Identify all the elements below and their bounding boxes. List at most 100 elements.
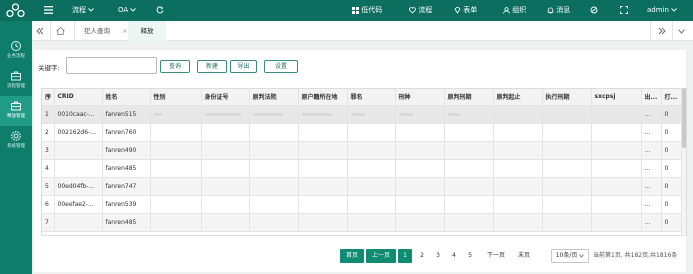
tabs-scroll-right-icon[interactable] <box>658 21 670 41</box>
residence-cell <box>298 141 348 160</box>
column-header[interactable]: 序 <box>42 89 55 106</box>
tab-close-icon[interactable]: × <box>122 27 127 35</box>
column-header[interactable]: 罪名 <box>347 89 396 106</box>
user-menu[interactable]: admin <box>647 0 677 21</box>
court-cell <box>249 123 299 142</box>
settings-button[interactable]: 设置 <box>264 60 298 73</box>
page-number-button[interactable]: 2 <box>415 249 429 263</box>
prev-page-button[interactable]: 上一页 <box>366 249 396 263</box>
form-label: 表单 <box>463 6 478 14</box>
tabs-menu-dropdown-icon[interactable] <box>678 21 690 41</box>
sidebar-item-business-process[interactable]: 业务流程 <box>0 36 32 66</box>
column-header[interactable]: 刑种 <box>395 89 445 106</box>
messages-button[interactable]: 消息 <box>547 0 570 21</box>
divider <box>672 21 673 41</box>
id-number-cell <box>201 213 250 232</box>
next-page-button[interactable]: 下一页 <box>481 249 511 263</box>
nav-process-dropdown[interactable]: 流程 <box>72 0 95 21</box>
sentence-period-cell <box>493 213 543 232</box>
tab-prisoner-query[interactable]: 犯人查询 × <box>84 21 132 41</box>
column-header[interactable]: 身份证号 <box>201 89 250 106</box>
crid-cell <box>54 159 103 178</box>
table-scrollbar[interactable] <box>681 88 686 236</box>
crime-cell <box>347 105 396 124</box>
page-number-button[interactable]: 1 <box>398 249 412 263</box>
org-label: 组织 <box>512 6 527 14</box>
column-header[interactable]: 姓名 <box>102 89 151 106</box>
theme-icon[interactable] <box>590 0 598 21</box>
sentence-term-cell <box>444 195 494 214</box>
table-row[interactable]: 5 00ed04fb-... fanren747 ... 0 <box>42 177 686 196</box>
sxcpsj-cell <box>591 159 642 178</box>
refresh-icon[interactable] <box>156 0 164 21</box>
release-cell: ... <box>641 123 662 142</box>
sidebar-item-label: 业务流程 <box>7 54 25 59</box>
residence-cell <box>298 195 348 214</box>
scrollbar-thumb[interactable] <box>682 88 686 148</box>
name-cell: fanren490 <box>102 141 151 160</box>
chevron-down-icon <box>130 8 137 12</box>
id-number-cell <box>201 105 250 124</box>
execution-term-cell <box>542 141 592 160</box>
org-button[interactable]: 组织 <box>503 0 526 21</box>
fullscreen-icon[interactable] <box>620 0 628 21</box>
sxcpsj-cell <box>591 123 642 142</box>
query-button[interactable]: 查询 <box>160 60 190 73</box>
column-header[interactable]: 原户籍所在地 <box>298 89 348 106</box>
divider <box>74 21 75 41</box>
column-header[interactable]: 原判起止 <box>493 89 543 106</box>
column-header[interactable]: 性别 <box>150 89 202 106</box>
table-row[interactable]: 6 00eefae2-... fanren539 ... 0 <box>42 195 686 214</box>
process-button[interactable]: 流程 <box>409 0 432 21</box>
gender-cell <box>150 213 202 232</box>
table-row[interactable]: 1 0010caac-... fanren515 ... 0 <box>42 105 686 124</box>
create-button[interactable]: 新建 <box>197 60 227 73</box>
tabs-scroll-left-icon[interactable] <box>36 21 48 41</box>
app-logo-icon[interactable] <box>6 3 25 18</box>
table-row[interactable]: 4 fanren485 ... 0 <box>42 159 686 178</box>
column-header[interactable]: 出... <box>641 89 662 106</box>
name-cell: fanren485 <box>102 213 151 232</box>
table-row[interactable]: 7 fanren485 ... 0 <box>42 213 686 232</box>
gear-icon <box>11 131 21 141</box>
crid-cell: 0010caac-... <box>54 105 103 124</box>
court-cell <box>249 159 299 178</box>
tab-label: 释放 <box>140 27 154 35</box>
table-row[interactable]: 2 002162d6-... fanren760 ... 0 <box>42 123 686 142</box>
release-cell: ... <box>641 105 662 124</box>
sidebar-item-system-management[interactable]: 系统管理 <box>0 126 32 156</box>
form-button[interactable]: 表单 <box>454 0 477 21</box>
sentence-type-cell <box>395 213 445 232</box>
row-number: 3 <box>42 141 55 160</box>
export-button[interactable]: 导出 <box>230 60 257 73</box>
sentence-period-cell <box>493 159 543 178</box>
sidebar-item-process-management[interactable]: 流程管理 <box>0 66 32 96</box>
keyword-search-input[interactable] <box>66 57 157 74</box>
page-number-button[interactable]: 4 <box>447 249 461 263</box>
last-page-button[interactable]: 末页 <box>513 249 535 263</box>
page-number-button[interactable]: 3 <box>431 249 445 263</box>
redacted-value <box>301 112 332 116</box>
home-icon[interactable] <box>56 21 68 41</box>
column-header[interactable]: 原判刑期 <box>444 89 494 106</box>
column-header[interactable]: 原判法院 <box>249 89 299 106</box>
id-number-cell <box>201 141 250 160</box>
first-page-button[interactable]: 首页 <box>340 249 364 263</box>
redacted-value <box>252 112 283 116</box>
sidebar-item-release-management[interactable]: 释放管理 <box>0 96 32 126</box>
residence-cell <box>298 159 348 178</box>
sentence-period-cell <box>493 105 543 124</box>
menu-toggle-icon[interactable] <box>44 0 53 21</box>
column-header[interactable]: CRID <box>54 89 103 106</box>
column-header[interactable]: sxcpsj <box>591 89 642 106</box>
row-number: 1 <box>42 105 55 124</box>
tab-release[interactable]: 释放 <box>128 21 166 41</box>
gender-cell <box>150 105 202 124</box>
page-size-select[interactable]: 10条/页 <box>551 249 589 263</box>
page-number-button[interactable]: 5 <box>463 249 477 263</box>
low-code-button[interactable]: 低代码 <box>352 0 382 21</box>
table-row[interactable]: 3 fanren490 ... 0 <box>42 141 686 160</box>
column-header[interactable]: 执行刑期 <box>542 89 592 106</box>
divider <box>650 21 651 41</box>
nav-oa-dropdown[interactable]: OA <box>118 0 137 21</box>
